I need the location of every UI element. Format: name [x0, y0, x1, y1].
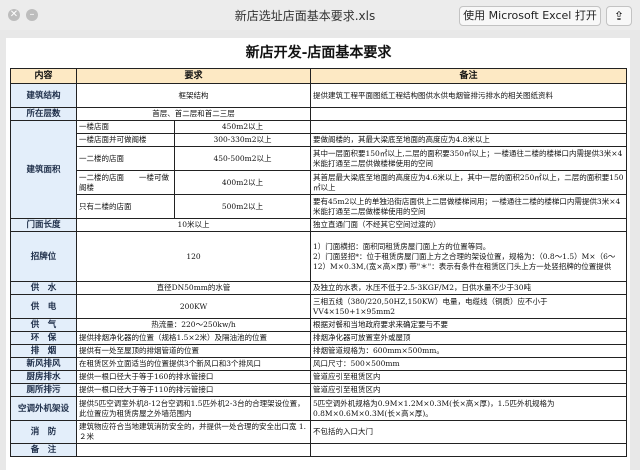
table-row: 供 水 直径DN50mm的水管 及独立的水表，水压不低于2.5-3KGF/M2，… — [10, 281, 627, 295]
table-row: 建筑面积 一楼店面 450m2以上 — [10, 120, 627, 219]
row-requirement: 直径DN50mm的水管 — [76, 281, 311, 295]
table-row: 供 电 200KW 三相五线（380/220,50HZ,150KW）电量，电缆线… — [10, 294, 627, 319]
table-row: 所在层数 首层、首二层和首二三层 — [10, 107, 627, 121]
row-requirement: 450-500m2以上 — [174, 146, 311, 171]
requirements-table: 新店开发-店面基本要求 内容 要求 备注 建筑结构 框架结构 提供建筑工程平面图… — [10, 38, 627, 457]
table-row: 供 气 热流量：220～250kw/h 根据对餐和当地政府要求来确定要与不要 — [10, 318, 627, 332]
row-category: 供 水 — [10, 281, 77, 295]
row-category: 门面长度 — [10, 218, 77, 232]
row-category: 空调外机架设 — [10, 396, 77, 421]
table-row: 一二楼的店面 450-500m2以上 其中一层面积要150㎡以上,二层的面积要3… — [11, 146, 627, 171]
minimize-icon[interactable]: – — [26, 9, 38, 21]
row-requirement: 450m2以上 — [174, 120, 311, 134]
row-requirement: 200KW — [76, 294, 311, 319]
open-in-excel-button[interactable]: 使用 Microsoft Excel 打开 — [459, 6, 601, 26]
row-remark: 三相五线（380/220,50HZ,150KW）电量，电缆线（铜质）应不小于VV… — [310, 294, 627, 319]
row-category: 新风排风 — [10, 357, 77, 371]
row-remark: 提供建筑工程平面图纸工程结构图供水供电烟管排污排水的相关图纸资料 — [310, 83, 627, 108]
row-remark: 5匹空调外机规格为0.9M×1.2M×0.3M(长×高×厚)，1.5匹外机规格为… — [310, 396, 627, 421]
row-remark: 管道应引至租赁区内 — [310, 383, 627, 397]
row-requirement: 提供一根口径大于等于160的排水管接口 — [76, 370, 311, 384]
row-category: 供 电 — [10, 294, 77, 319]
row-remark: 要做阁楼的，其最大梁底至地面的高度应为4.8米以上 — [310, 133, 627, 147]
row-category: 排 烟 — [10, 344, 77, 358]
row-requirement: 400m2以上 — [174, 170, 311, 195]
table-row: 门面长度 10米以上 独立直通门面（不经其它空间过渡的） — [10, 218, 627, 232]
row-category: 建筑结构 — [10, 83, 77, 108]
header-remark: 备注 — [310, 68, 627, 84]
table-row: 环 保 提供排烟净化器的位置（规格1.5×2米）及隔油池的位置 排烟净化器可放置… — [10, 331, 627, 345]
row-requirement: 提供有一处至屋顶的排烟管道的位置 — [76, 344, 311, 358]
row-requirement: 提供5匹空调室外机8-12台空调和1.5匹外机2-3台的合理架设位置，此位置应为… — [76, 396, 311, 421]
sheet-page: 新店开发-店面基本要求 内容 要求 备注 建筑结构 框架结构 提供建筑工程平面图… — [6, 38, 630, 470]
row-remark — [310, 120, 627, 134]
row-requirement: 在租赁区外立面适当的位置提供3个新风口和3个排风口 — [76, 357, 311, 371]
row-requirement: 框架结构 — [76, 83, 311, 108]
row-remark: 排烟净化器可放置室外或屋顶 — [310, 331, 627, 345]
row-remark: 及独立的水表，水压不低于2.5-3KGF/M2，日供水量不少于30吨 — [310, 281, 627, 295]
share-icon[interactable]: ⇪ — [606, 6, 632, 26]
row-remark — [310, 107, 627, 121]
table-row: 一二楼的店面 一楼可做阁楼 400m2以上 其首层最大梁底至地面的高度应为4.6… — [11, 170, 627, 195]
row-requirement: 提供排烟净化器的位置（规格1.5×2米）及隔油池的位置 — [76, 331, 311, 345]
row-category: 招牌位 — [10, 231, 77, 282]
row-category: 厨房排水 — [10, 370, 77, 384]
row-subcategory: 一二楼的店面 一楼可做阁楼 — [76, 170, 175, 195]
table-row: 厕所排污 提供一根口径大于等于110的排污管接口 管道应引至租赁区内 — [10, 383, 627, 397]
table-row: 消 防 建筑物应符合当地建筑消防安全的，并提供一处合理的安全出口宽 1.２米 不… — [10, 420, 627, 444]
row-requirement: 热流量：220～250kw/h — [76, 318, 311, 332]
row-subcategory: 一楼店面 — [76, 120, 175, 134]
spreadsheet-viewport[interactable]: 新店开发-店面基本要求 内容 要求 备注 建筑结构 框架结构 提供建筑工程平面图… — [0, 30, 640, 470]
table-row: 建筑结构 框架结构 提供建筑工程平面图纸工程结构图供水供电烟管排污排水的相关图纸… — [10, 83, 627, 108]
table-row: 只有二楼的店面 500m2以上 要有45m2以上的单独沿街店面供上二层做楼梯间用… — [11, 194, 627, 219]
row-requirement: 300-330m2以上 — [174, 133, 311, 147]
table-row: 一楼店面并可做阁楼 300-330m2以上 要做阁楼的，其最大梁底至地面的高度应… — [11, 133, 627, 147]
table-row: 备 注 — [10, 443, 627, 457]
table-row: 排 烟 提供有一处至屋顶的排烟管道的位置 排烟管道规格为：600mm×500mm… — [10, 344, 627, 358]
row-remark: 排烟管道规格为：600mm×500mm。 — [310, 344, 627, 358]
row-remark: 独立直通门面（不经其它空间过渡的） — [310, 218, 627, 232]
row-category: 备 注 — [10, 443, 77, 457]
row-remark: 要有45m2以上的单独沿街店面供上二层做楼梯间用；一楼通往二楼的楼梯口内需提供3… — [310, 194, 627, 219]
row-requirement: 120 — [76, 231, 311, 282]
row-requirement: 10米以上 — [76, 218, 311, 232]
row-category: 厕所排污 — [10, 383, 77, 397]
table-row: 空调外机架设 提供5匹空调室外机8-12台空调和1.5匹外机2-3台的合理架设位… — [10, 396, 627, 421]
row-remark: 其中一层面积要150㎡以上,二层的面积要350㎡以上；一楼通往二楼的楼梯口内需提… — [310, 146, 627, 171]
row-category: 消 防 — [10, 420, 77, 444]
table-row: 新风排风 在租赁区外立面适当的位置提供3个新风口和3个排风口 风口尺寸：500×… — [10, 357, 627, 371]
row-requirement: 提供一根口径大于等于110的排污管接口 — [76, 383, 311, 397]
header-requirement: 要求 — [76, 68, 311, 84]
row-requirement: 首层、首二层和首二三层 — [76, 107, 311, 121]
row-requirement: 500m2以上 — [174, 194, 311, 219]
table-row: 厨房排水 提供一根口径大于等于160的排水管接口 管道应引至租赁区内 — [10, 370, 627, 384]
row-remark — [310, 443, 627, 457]
row-subcategory: 一楼店面并可做阁楼 — [76, 133, 175, 147]
row-remark: 1）门面横招：面积同租赁房屋门面上方的位置等同。 2）门面竖招*：位于租赁房屋门… — [310, 231, 627, 282]
row-category: 环 保 — [10, 331, 77, 345]
row-requirement: 建筑物应符合当地建筑消防安全的，并提供一处合理的安全出口宽 1.２米 — [76, 420, 311, 444]
sheet-title: 新店开发-店面基本要求 — [10, 38, 627, 69]
row-remark: 根据对餐和当地政府要求来确定要与不要 — [310, 318, 627, 332]
window-title: 新店选址店面基本要求.xls — [234, 9, 376, 23]
row-remark: 风口尺寸：500×500mm — [310, 357, 627, 371]
row-remark: 其首层最大梁底至地面的高度应为4.6米以上，其中一层的面积250㎡以上，二层的面… — [310, 170, 627, 195]
row-category: 建筑面积 — [10, 120, 77, 219]
row-subcategory: 一二楼的店面 — [76, 146, 175, 171]
row-remark: 管道应引至租赁区内 — [310, 370, 627, 384]
table-row: 招牌位 120 1）门面横招：面积同租赁房屋门面上方的位置等同。 2）门面竖招*… — [10, 231, 627, 282]
close-icon[interactable]: ✕ — [8, 9, 20, 21]
row-category: 所在层数 — [10, 107, 77, 121]
row-category: 供 气 — [10, 318, 77, 332]
header-row: 内容 要求 备注 — [10, 68, 627, 84]
row-requirement — [76, 443, 311, 457]
header-content: 内容 — [10, 68, 77, 84]
row-subcategory: 只有二楼的店面 — [76, 194, 175, 219]
window-titlebar: ✕ – 新店选址店面基本要求.xls 使用 Microsoft Excel 打开… — [0, 0, 640, 31]
row-remark: 不包括的入口大门 — [310, 420, 627, 444]
